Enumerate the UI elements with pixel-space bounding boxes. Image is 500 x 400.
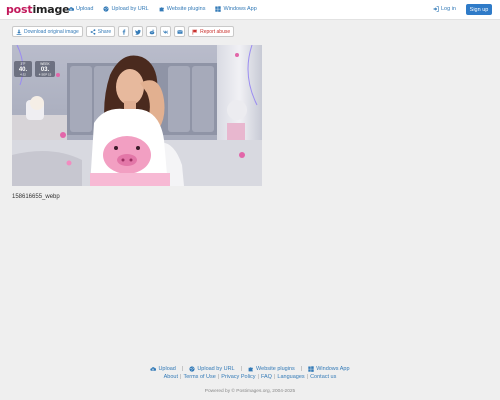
powered-by-text: Powered by © Postimages.org, 2004-2025: [0, 389, 500, 394]
overlay-left-top: 3°F: [21, 62, 26, 66]
globe-icon: [189, 366, 195, 372]
windows-icon: [215, 6, 221, 12]
footer-separator: |: [274, 374, 275, 380]
footer-plugins-link[interactable]: Website plugins: [248, 366, 295, 372]
footer-terms-link[interactable]: Terms of Use: [183, 374, 215, 380]
report-label: Report abuse: [200, 29, 230, 35]
twitter-icon: [135, 29, 141, 35]
footer-privacy-link[interactable]: Privacy Policy: [221, 374, 255, 380]
logo-part-1: post: [6, 3, 32, 16]
overlay-right-bottom: 4 SEP 15: [39, 73, 52, 77]
main-nav: Upload Upload by URL Website plugins Win…: [68, 6, 257, 12]
facebook-icon: [121, 29, 127, 35]
footer-separator: |: [241, 366, 242, 372]
download-label: Download original image: [24, 29, 79, 35]
share-reddit-button[interactable]: [146, 26, 157, 37]
envelope-icon: [177, 29, 183, 35]
nav-upload-url-label: Upload by URL: [111, 6, 148, 12]
share-twitter-button[interactable]: [132, 26, 143, 37]
sign-in-icon: [433, 6, 439, 12]
footer-faq-link[interactable]: FAQ: [261, 374, 272, 380]
footer-links-secondary: About | Terms of Use | Privacy Policy | …: [0, 374, 500, 380]
postimage-logo[interactable]: postimage: [6, 3, 69, 16]
nav-plugins[interactable]: Website plugins: [159, 6, 206, 12]
image-filename: 158616655_webp: [12, 194, 60, 200]
footer-upload-label: Upload: [158, 366, 175, 372]
footer-upload-url-label: Upload by URL: [197, 366, 234, 372]
footer-separator: |: [218, 374, 219, 380]
footer-languages-link[interactable]: Languages: [277, 374, 304, 380]
footer-separator: |: [182, 366, 183, 372]
download-icon: [16, 29, 22, 35]
footer-separator: |: [180, 374, 181, 380]
footer-separator: |: [258, 374, 259, 380]
footer-upload-url-link[interactable]: Upload by URL: [189, 366, 234, 372]
vk-icon: [163, 29, 169, 35]
overlay-right-top: WEEK: [40, 62, 50, 66]
cloud-upload-icon: [68, 6, 74, 12]
footer-separator: |: [307, 374, 308, 380]
top-navbar: postimage Upload Upload by URL Website p…: [0, 0, 500, 20]
globe-icon: [103, 6, 109, 12]
reddit-icon: [149, 29, 155, 35]
share-email-button[interactable]: [174, 26, 185, 37]
logo-part-2: image: [32, 3, 69, 16]
overlay-left-bottom: 4:32: [20, 73, 26, 77]
share-label: Share: [98, 29, 111, 35]
footer-windows-link[interactable]: Windows App: [308, 366, 349, 372]
nav-upload-url[interactable]: Upload by URL: [103, 6, 148, 12]
download-original-button[interactable]: Download original image: [12, 26, 83, 37]
nav-upload-label: Upload: [76, 6, 93, 12]
share-facebook-button[interactable]: [118, 26, 129, 37]
puzzle-icon: [248, 366, 254, 372]
footer-plugins-label: Website plugins: [256, 366, 295, 372]
footer-contact-link[interactable]: Contact us: [310, 374, 336, 380]
signup-button[interactable]: Sign up: [466, 4, 492, 15]
nav-windows-label: Windows App: [223, 6, 256, 12]
cloud-upload-icon: [150, 366, 156, 372]
nav-plugins-label: Website plugins: [167, 6, 206, 12]
footer-about-link[interactable]: About: [164, 374, 178, 380]
flag-icon: [192, 29, 198, 35]
puzzle-icon: [159, 6, 165, 12]
footer-links-primary: Upload | Upload by URL | Website plugins…: [0, 366, 500, 372]
windows-icon: [308, 366, 314, 372]
footer-separator: |: [301, 366, 302, 372]
share-button[interactable]: Share: [86, 26, 115, 37]
share-vk-button[interactable]: [160, 26, 171, 37]
nav-windows[interactable]: Windows App: [215, 6, 256, 12]
image-toolbar: Download original image Share R: [12, 26, 234, 37]
nav-upload[interactable]: Upload: [68, 6, 93, 12]
login-link[interactable]: Log in: [433, 6, 456, 12]
photo-illustration: 3°F 40. 4:32 WEEK 03. 4 SEP 15: [12, 45, 262, 186]
footer-windows-label: Windows App: [316, 366, 349, 372]
report-abuse-button[interactable]: Report abuse: [188, 26, 234, 37]
login-label: Log in: [441, 6, 456, 12]
uploaded-image[interactable]: 3°F 40. 4:32 WEEK 03. 4 SEP 15: [12, 45, 262, 186]
footer-upload-link[interactable]: Upload: [150, 366, 175, 372]
share-icon: [90, 29, 96, 35]
